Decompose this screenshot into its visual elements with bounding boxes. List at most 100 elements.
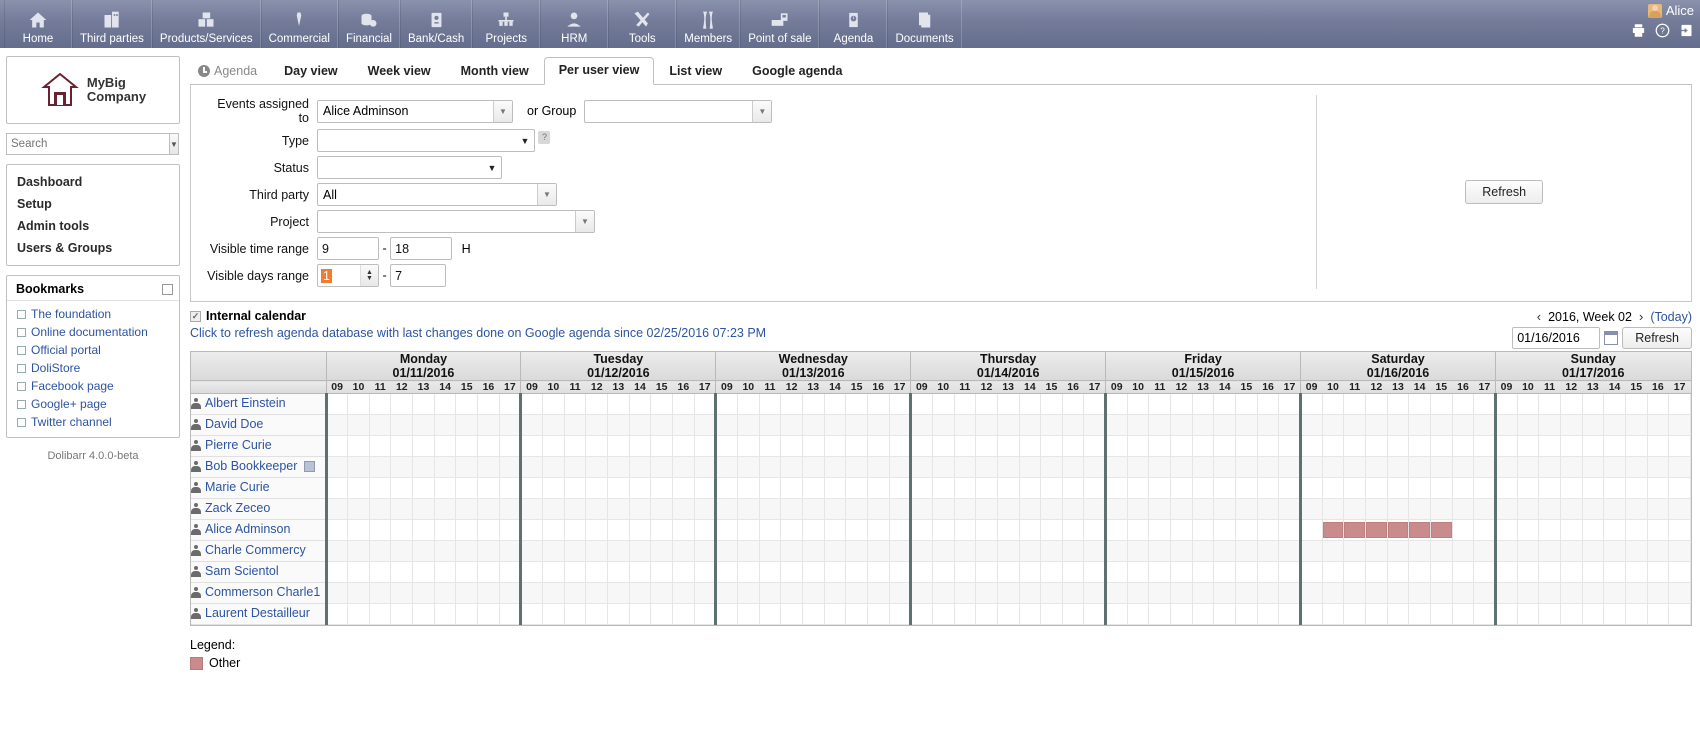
calendar-slot-cell[interactable] (846, 562, 868, 583)
calendar-slot-cell[interactable] (1322, 478, 1344, 499)
bookmark-item[interactable]: Google+ page (7, 395, 179, 413)
calendar-slot-cell[interactable] (1127, 583, 1149, 604)
calendar-slot-cell[interactable] (1409, 415, 1431, 436)
tab-google-agenda[interactable]: Google agenda (737, 58, 857, 85)
calendar-slot-cell[interactable] (413, 478, 435, 499)
calendar-slot-cell[interactable] (976, 541, 998, 562)
google-agenda-refresh-link[interactable]: Click to refresh agenda database with la… (190, 326, 1692, 340)
calendar-slot-cell[interactable] (391, 436, 413, 457)
calendar-slot-cell[interactable] (1041, 436, 1063, 457)
calendar-slot-cell[interactable] (1409, 436, 1431, 457)
calendar-slot-cell[interactable] (543, 562, 565, 583)
calendar-slot-cell[interactable] (1387, 457, 1409, 478)
calendar-slot-cell[interactable] (1236, 415, 1258, 436)
calendar-slot-cell[interactable] (1669, 415, 1691, 436)
calendar-slot-cell[interactable] (759, 541, 781, 562)
bookmark-label[interactable]: Twitter channel (31, 415, 112, 429)
calendar-slot-cell[interactable] (434, 520, 456, 541)
calendar-slot-cell[interactable] (391, 583, 413, 604)
calendar-slot-cell[interactable] (716, 436, 738, 457)
calendar-slot-cell[interactable] (629, 583, 651, 604)
calendar-slot-cell[interactable] (1236, 436, 1258, 457)
calendar-slot-cell[interactable] (651, 436, 673, 457)
calendar-slot-cell[interactable] (1604, 604, 1626, 625)
calendar-slot-cell[interactable] (1257, 499, 1279, 520)
calendar-slot-cell[interactable] (737, 394, 759, 415)
calendar-slot-cell[interactable] (1517, 436, 1539, 457)
calendar-event-block[interactable] (1409, 522, 1430, 538)
calendar-slot-cell[interactable] (1582, 499, 1604, 520)
calendar-slot-cell[interactable] (802, 583, 824, 604)
calendar-slot-cell[interactable] (434, 457, 456, 478)
calendar-slot-cell[interactable] (673, 436, 695, 457)
calendar-slot-cell[interactable] (1452, 415, 1474, 436)
calendar-slot-cell[interactable] (1366, 583, 1388, 604)
calendar-slot-cell[interactable] (1062, 520, 1084, 541)
calendar-slot-cell[interactable] (1430, 457, 1452, 478)
calendar-slot-cell[interactable] (1366, 562, 1388, 583)
calendar-slot-cell[interactable] (1366, 499, 1388, 520)
calendar-slot-cell[interactable] (651, 478, 673, 499)
bookmark-item[interactable]: The foundation (7, 305, 179, 323)
calendar-slot-cell[interactable] (911, 478, 933, 499)
calendar-slot-cell[interactable] (1669, 562, 1691, 583)
calendar-slot-cell[interactable] (1560, 436, 1582, 457)
calendar-slot-cell[interactable] (456, 394, 478, 415)
calendar-slot-cell[interactable] (1647, 499, 1669, 520)
calendar-slot-cell[interactable] (1430, 499, 1452, 520)
calendar-slot-cell[interactable] (413, 415, 435, 436)
calendar-slot-cell[interactable] (1430, 415, 1452, 436)
calendar-slot-cell[interactable] (1647, 394, 1669, 415)
calendar-slot-cell[interactable] (781, 520, 803, 541)
calendar-slot-cell[interactable] (651, 583, 673, 604)
calendar-slot-cell[interactable] (1625, 562, 1647, 583)
calendar-slot-cell[interactable] (997, 604, 1019, 625)
calendar-slot-cell[interactable] (1604, 499, 1626, 520)
calendar-slot-cell[interactable] (629, 562, 651, 583)
calendar-slot-cell[interactable] (997, 478, 1019, 499)
calendar-user-link[interactable]: Alice Adminson (205, 522, 290, 536)
calendar-slot-cell[interactable] (1236, 583, 1258, 604)
calendar-slot-cell[interactable] (1019, 478, 1041, 499)
calendar-slot-cell[interactable] (1409, 478, 1431, 499)
calendar-slot-cell[interactable] (629, 457, 651, 478)
calendar-slot-cell[interactable] (1062, 499, 1084, 520)
calendar-slot-cell[interactable] (954, 562, 976, 583)
calendar-slot-cell[interactable] (1257, 520, 1279, 541)
calendar-slot-cell[interactable] (867, 562, 889, 583)
calendar-slot-cell[interactable] (1625, 520, 1647, 541)
calendar-slot-cell[interactable] (694, 583, 716, 604)
calendar-slot-cell[interactable] (1474, 562, 1496, 583)
calendar-slot-cell[interactable] (1560, 478, 1582, 499)
calendar-slot-cell[interactable] (1366, 541, 1388, 562)
calendar-slot-cell[interactable] (1322, 394, 1344, 415)
calendar-slot-cell[interactable] (1084, 415, 1106, 436)
calendar-slot-cell[interactable] (759, 415, 781, 436)
calendar-slot-cell[interactable] (1604, 394, 1626, 415)
calendar-slot-cell[interactable] (478, 583, 500, 604)
calendar-slot-cell[interactable] (1301, 394, 1323, 415)
calendar-slot-cell[interactable] (1452, 436, 1474, 457)
calendar-slot-cell[interactable] (369, 415, 391, 436)
calendar-slot-cell[interactable] (1301, 499, 1323, 520)
calendar-slot-cell[interactable] (1517, 604, 1539, 625)
calendar-slot-cell[interactable] (976, 415, 998, 436)
calendar-slot-cell[interactable] (1387, 541, 1409, 562)
calendar-slot-cell[interactable] (802, 394, 824, 415)
calendar-slot-cell[interactable] (1604, 436, 1626, 457)
calendar-slot-cell[interactable] (1495, 436, 1517, 457)
calendar-slot-cell[interactable] (824, 562, 846, 583)
calendar-slot-cell[interactable] (521, 478, 543, 499)
calendar-slot-cell[interactable] (586, 583, 608, 604)
calendar-slot-cell[interactable] (564, 562, 586, 583)
calendar-slot-cell[interactable] (802, 541, 824, 562)
calendar-slot-cell[interactable] (824, 436, 846, 457)
stepper-arrows-icon[interactable]: ▲▼ (360, 265, 378, 286)
calendar-slot-cell[interactable] (932, 562, 954, 583)
calendar-slot-cell[interactable] (521, 541, 543, 562)
calendar-slot-cell[interactable] (478, 478, 500, 499)
calendar-slot-cell[interactable] (694, 436, 716, 457)
bookmark-item[interactable]: Official portal (7, 341, 179, 359)
calendar-slot-cell[interactable] (369, 520, 391, 541)
calendar-slot-cell[interactable] (1560, 457, 1582, 478)
